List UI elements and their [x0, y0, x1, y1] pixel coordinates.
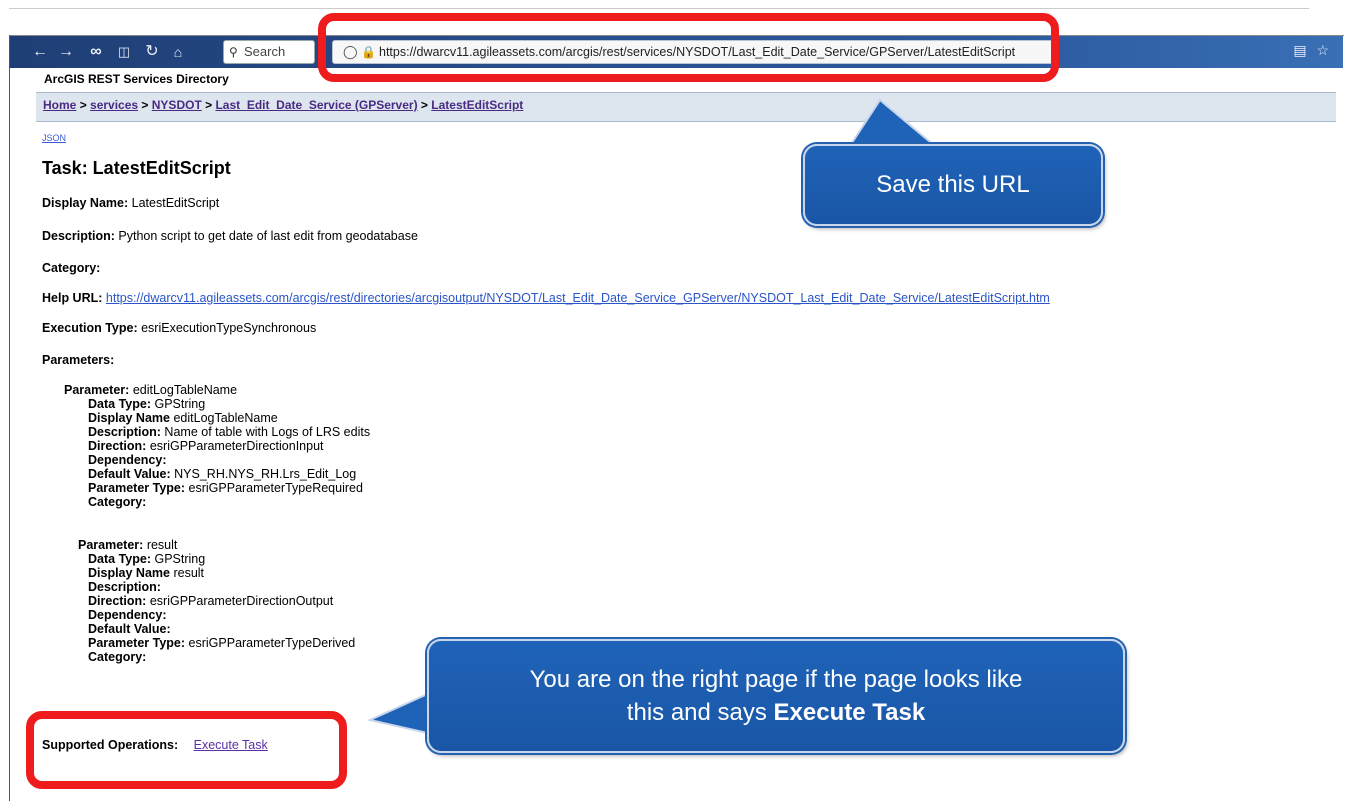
breadcrumb-task[interactable]: LatestEditScript [431, 98, 523, 112]
callout-pointer-task [368, 690, 433, 736]
forward-arrow-icon[interactable]: → [56, 42, 76, 62]
data-type-label: Data Type: [88, 397, 151, 411]
breadcrumb-service[interactable]: Last_Edit_Date_Service (GPServer) [215, 98, 417, 112]
home-icon[interactable]: ⌂ [168, 42, 188, 62]
breadcrumb-separator: > [141, 98, 152, 112]
default-value-value: NYS_RH.NYS_RH.Lrs_Edit_Log [174, 467, 357, 481]
dependency-label: Dependency: [88, 453, 167, 467]
help-url-label: Help URL: [42, 291, 103, 305]
parameters-heading: Parameters: [42, 353, 114, 367]
toolbar-right-icons: ▤ ☆ [1293, 42, 1329, 59]
page-title: Task: LatestEditScript [42, 158, 231, 178]
description-value: Python script to get date of last edit f… [118, 229, 418, 243]
breadcrumb-bar: Home > services > NYSDOT > Last_Edit_Dat… [36, 92, 1336, 122]
breadcrumb-separator: > [420, 98, 432, 112]
data-type-value: GPString [154, 552, 206, 566]
data-type-value: GPString [154, 397, 206, 411]
direction-value: esriGPParameterDirectionInput [149, 439, 324, 453]
description-label: Description: [42, 229, 115, 243]
breadcrumb-services[interactable]: services [90, 98, 138, 112]
callout-line-2: this and says Execute Task [429, 696, 1123, 729]
dependency-label: Dependency: [88, 608, 167, 622]
breadcrumb-nysdot[interactable]: NYSDOT [152, 98, 202, 112]
infinity-icon[interactable]: ∞ [86, 42, 106, 62]
description-field: Description: Python script to get date o… [42, 229, 418, 243]
url-highlight-box [318, 13, 1059, 82]
category-label: Category: [88, 650, 147, 664]
parameter-block: Parameter: result Data Type: GPString Di… [78, 538, 355, 664]
parameter-type-label: Parameter Type: [88, 481, 186, 495]
execute-task-callout: You are on the right page if the page lo… [427, 639, 1125, 753]
display-name-label: Display Name [88, 411, 170, 425]
save-url-callout: Save this URL [803, 144, 1103, 226]
parameter-name: result [146, 538, 178, 552]
search-input[interactable]: ⚲ Search [223, 40, 315, 64]
category-label: Category: [88, 495, 147, 509]
breadcrumb: Home > services > NYSDOT > Last_Edit_Dat… [43, 98, 523, 112]
parameter-block: Parameter: editLogTableName Data Type: G… [64, 383, 370, 509]
display-name-field: Display Name: LatestEditScript [42, 196, 219, 210]
execution-type-field: Execution Type: esriExecutionTypeSynchro… [42, 321, 316, 335]
display-name-label: Display Name: [42, 196, 129, 210]
help-url-field: Help URL: https://dwarcv11.agileassets.c… [42, 291, 1050, 305]
direction-label: Direction: [88, 594, 147, 608]
display-name-label: Display Name [88, 566, 170, 580]
parameter-label: Parameter: [64, 383, 130, 397]
callout-line-1: You are on the right page if the page lo… [529, 666, 1023, 693]
category-label: Category: [42, 261, 101, 275]
default-value-label: Default Value: [88, 467, 171, 481]
display-name-value: LatestEditScript [131, 196, 220, 210]
direction-label: Direction: [88, 439, 147, 453]
help-url-link[interactable]: https://dwarcv11.agileassets.com/arcgis/… [106, 291, 1050, 305]
parameter-type-value: esriGPParameterTypeRequired [188, 481, 363, 495]
search-icon: ⚲ [229, 45, 238, 59]
breadcrumb-separator: > [79, 98, 91, 112]
category-field: Category: [42, 261, 100, 275]
bookmark-star-icon[interactable]: ☆ [1316, 42, 1329, 58]
execute-task-highlight-box [26, 711, 347, 789]
reload-icon[interactable]: ↻ [142, 42, 162, 62]
directory-title: ArcGIS REST Services Directory [44, 72, 229, 86]
display-name-value: editLogTableName [173, 411, 278, 425]
execution-type-value: esriExecutionTypeSynchronous [141, 321, 317, 335]
sidebar-icon[interactable]: ◫ [114, 42, 134, 62]
direction-value: esriGPParameterDirectionOutput [149, 594, 334, 608]
execution-type-label: Execution Type: [42, 321, 138, 335]
data-type-label: Data Type: [88, 552, 151, 566]
default-value-label: Default Value: [88, 622, 171, 636]
breadcrumb-separator: > [205, 98, 216, 112]
callout-line-2-prefix: this and says [626, 699, 774, 726]
parameters-label: Parameters: [42, 353, 115, 367]
parameter-name: editLogTableName [132, 383, 238, 397]
description-label: Description: [88, 425, 161, 439]
back-arrow-icon[interactable]: ← [30, 42, 50, 62]
json-link[interactable]: JSON [42, 133, 66, 143]
search-placeholder: Search [244, 44, 286, 59]
parameter-type-label: Parameter Type: [88, 636, 186, 650]
parameter-type-value: esriGPParameterTypeDerived [188, 636, 356, 650]
description-value: Name of table with Logs of LRS edits [164, 425, 371, 439]
parameter-label: Parameter: [78, 538, 144, 552]
top-border-line [9, 8, 1309, 9]
description-label: Description: [88, 580, 161, 594]
display-name-value: result [173, 566, 205, 580]
callout-line-2-bold: Execute Task [773, 699, 926, 726]
reader-view-icon[interactable]: ▤ [1293, 42, 1306, 58]
breadcrumb-home[interactable]: Home [43, 98, 76, 112]
